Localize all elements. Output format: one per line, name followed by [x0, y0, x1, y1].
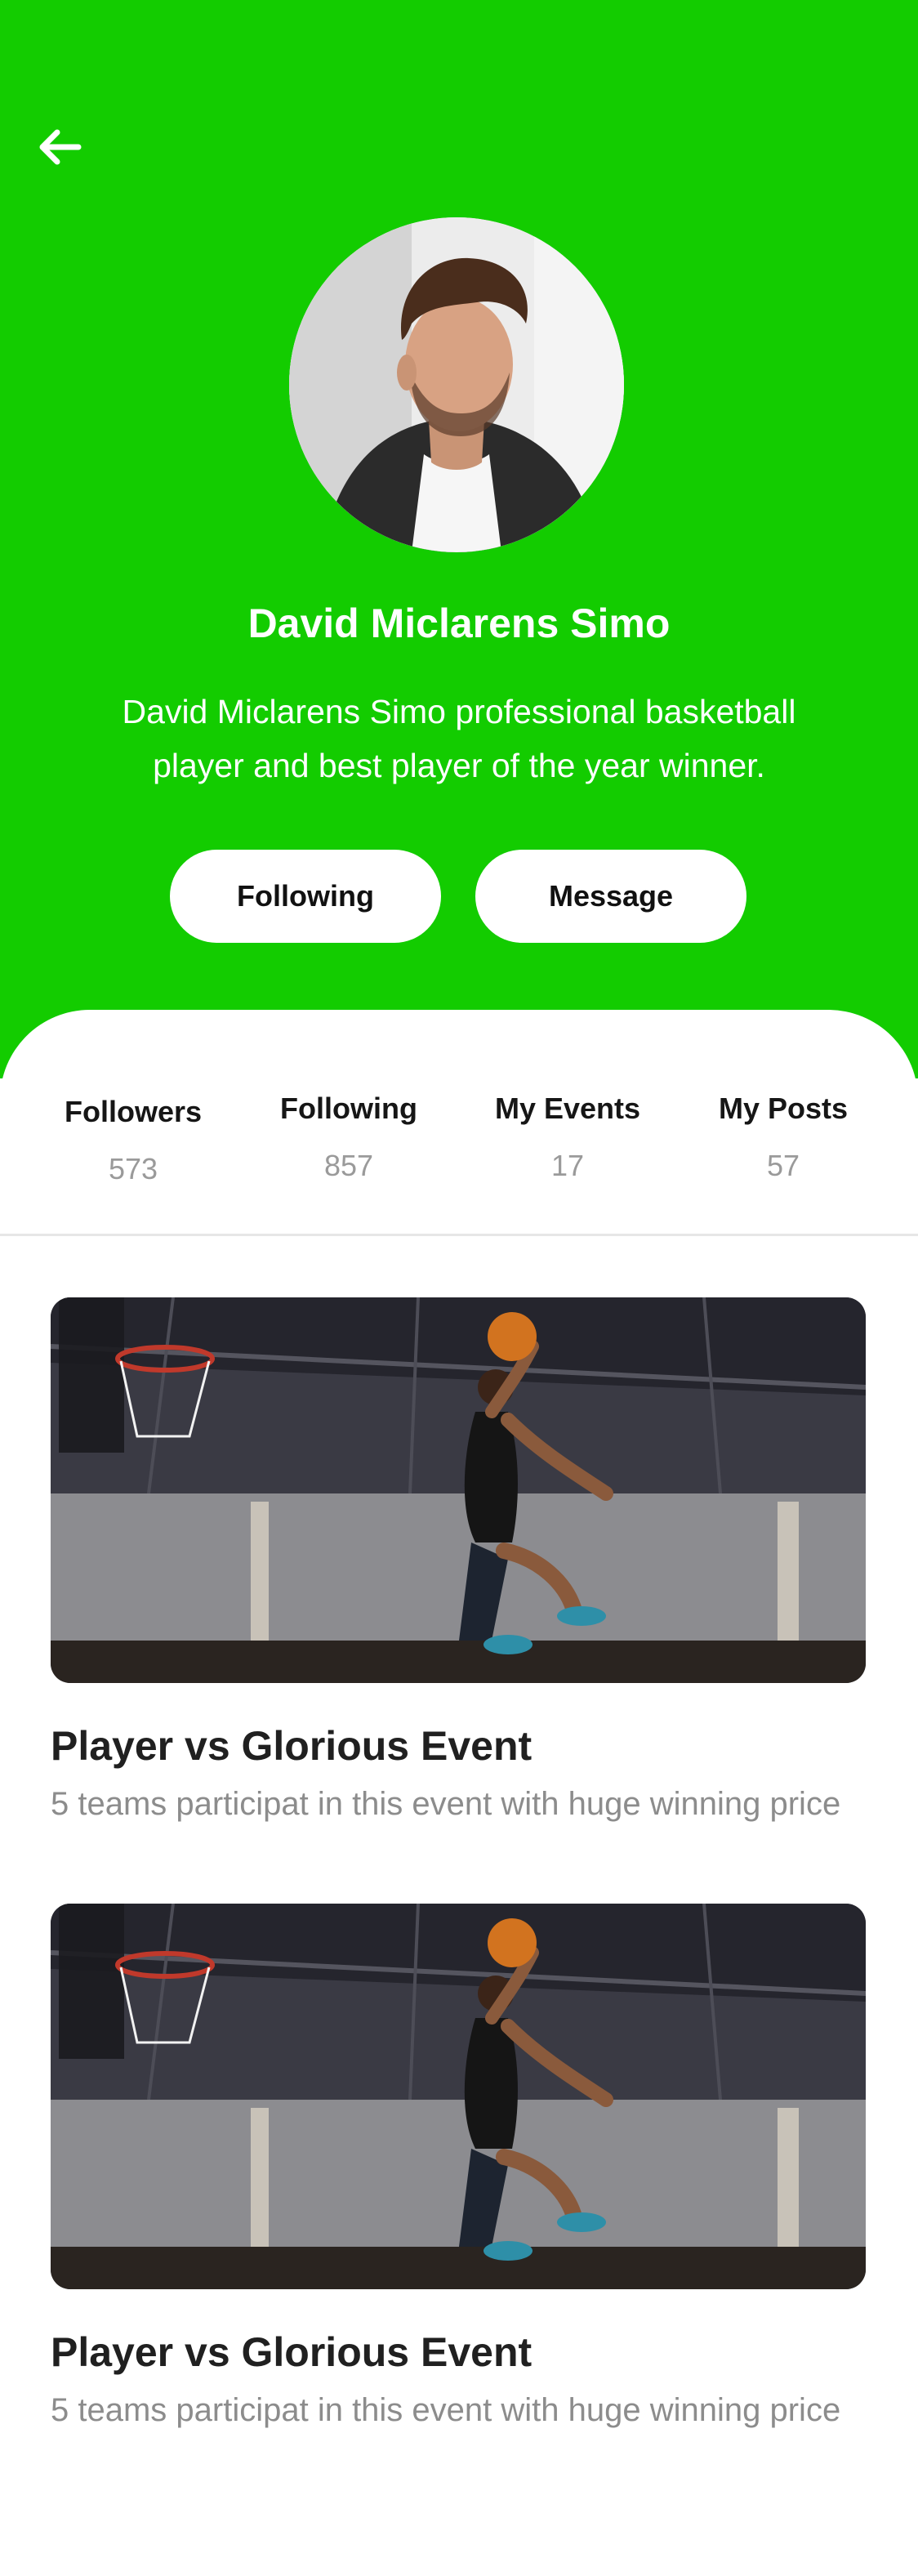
profile-bio: David Miclarens Simo professional basket… — [122, 693, 796, 784]
event-title: Player vs Glorious Event — [51, 2329, 533, 2375]
profile-header: David Miclarens Simo David Miclarens Sim… — [0, 0, 918, 1078]
event-card[interactable]: Player vs Glorious Event 5 teams partici… — [51, 1904, 876, 2435]
stat-value: 17 — [550, 1149, 585, 1182]
stat-my-posts[interactable]: My Posts 57 — [681, 1088, 885, 1186]
stat-value: 573 — [108, 1152, 158, 1185]
arrow-left-icon — [39, 129, 82, 165]
avatar — [289, 217, 624, 552]
event-description: 5 teams participat in this event with hu… — [51, 1786, 841, 1822]
message-button[interactable]: Message — [475, 850, 746, 943]
following-button[interactable]: Following — [170, 850, 441, 943]
stat-label: Followers — [64, 1095, 203, 1128]
event-card[interactable]: Player vs Glorious Event 5 teams partici… — [51, 1297, 876, 1828]
event-title: Player vs Glorious Event — [51, 1723, 533, 1769]
stat-value: 57 — [766, 1149, 800, 1182]
stats-panel: Followers 573 Following 857 My Events 17… — [0, 1010, 918, 1236]
stat-label: Following — [280, 1092, 417, 1125]
stat-my-events[interactable]: My Events 17 — [466, 1088, 670, 1186]
stat-label: My Events — [494, 1092, 641, 1125]
stat-following[interactable]: Following 857 — [247, 1088, 451, 1186]
event-description: 5 teams participat in this event with hu… — [51, 2392, 841, 2428]
event-image — [51, 1904, 866, 2289]
stat-label: My Posts — [718, 1092, 849, 1125]
profile-name: David Miclarens Simo — [247, 600, 671, 646]
event-image — [51, 1297, 866, 1683]
back-button[interactable] — [36, 124, 85, 170]
stat-value: 857 — [323, 1149, 374, 1182]
stat-followers[interactable]: Followers 573 — [31, 1092, 235, 1190]
